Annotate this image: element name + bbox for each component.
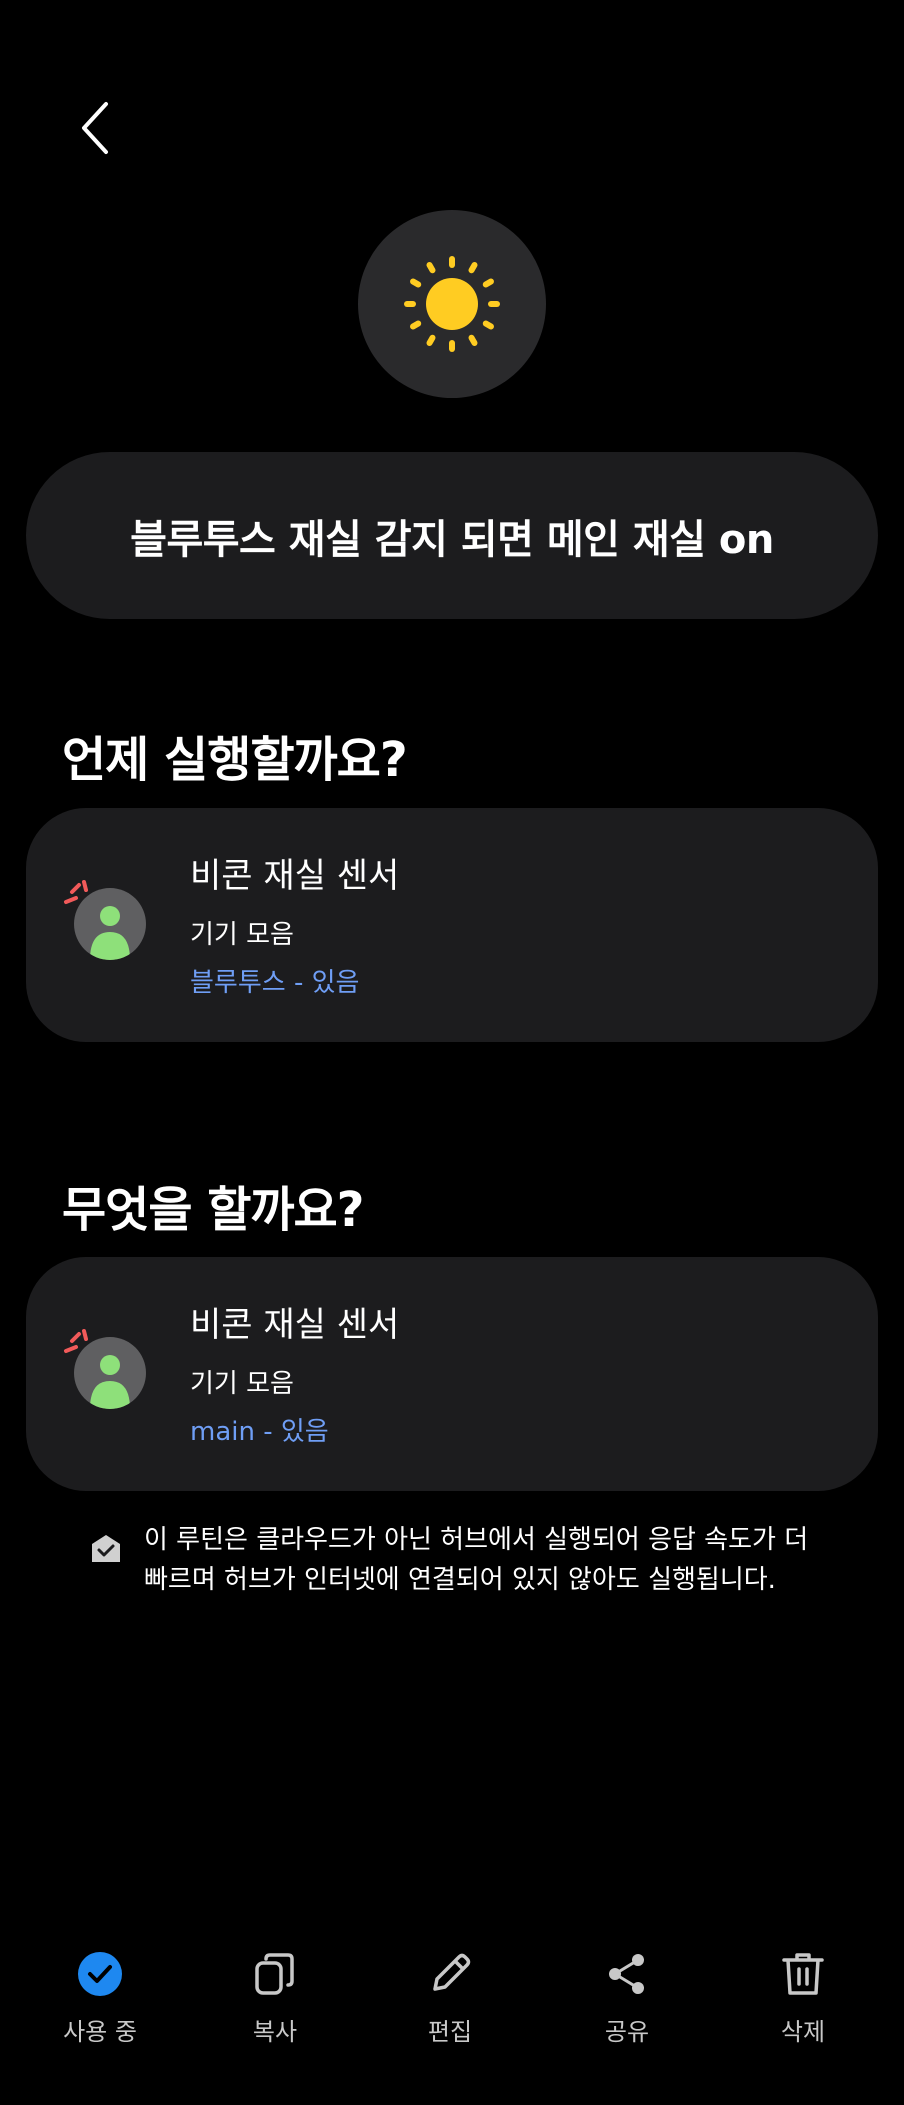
action-status: main - 있음: [190, 1417, 329, 1447]
copy-icon: [255, 1953, 294, 1995]
share-label: 공유: [604, 2018, 650, 2046]
condition-status: 블루투스 - 있음: [190, 968, 360, 998]
share-icon: [609, 1954, 644, 1994]
device-avatar: [74, 1337, 146, 1409]
person-icon: [90, 906, 130, 960]
pencil-icon: [433, 1953, 471, 1991]
share-button[interactable]: 공유: [557, 1950, 697, 2070]
back-button[interactable]: [66, 94, 126, 162]
routine-icon-button[interactable]: [358, 210, 546, 398]
then-heading: 무엇을 할까요?: [62, 1182, 365, 1238]
delete-button[interactable]: 삭제: [733, 1950, 873, 2070]
device-avatar: [74, 888, 146, 960]
check-circle-icon: [78, 1952, 122, 1996]
when-heading: 언제 실행할까요?: [62, 732, 408, 788]
when-condition-card[interactable]: 비콘 재실 센서 기기 모음 블루투스 - 있음: [26, 808, 878, 1042]
in-use-button[interactable]: 사용 중: [30, 1950, 170, 2070]
in-use-label: 사용 중: [63, 2018, 137, 2046]
copy-label: 복사: [252, 2018, 298, 2046]
sun-icon: [404, 256, 500, 352]
device-name: 비콘 재실 센서: [190, 856, 400, 896]
hub-note-text: 이 루틴은 클라우드가 아닌 허브에서 실행되어 응답 속도가 더 빠르며 허브…: [144, 1525, 809, 1595]
routine-title-field[interactable]: 블루투스 재실 감지 되면 메인 재실 on: [26, 452, 878, 619]
edit-button[interactable]: 편집: [380, 1950, 520, 2070]
copy-button[interactable]: 복사: [205, 1950, 345, 2070]
hub-check-icon: [92, 1535, 120, 1562]
then-action-card[interactable]: 비콘 재실 센서 기기 모음 main - 있음: [26, 1257, 878, 1491]
person-icon: [90, 1355, 130, 1409]
bottom-action-bar: 사용 중 복사 편집 공유 삭제: [0, 1950, 904, 2070]
device-group: 기기 모음: [190, 920, 294, 950]
device-name: 비콘 재실 센서: [190, 1305, 400, 1345]
routine-title: 블루투스 재실 감지 되면 메인 재실 on: [130, 516, 774, 563]
device-group: 기기 모음: [190, 1369, 294, 1399]
chevron-left-icon: [82, 102, 108, 154]
trash-icon: [782, 1953, 824, 1995]
edit-label: 편집: [427, 2018, 473, 2046]
delete-label: 삭제: [780, 2018, 826, 2046]
